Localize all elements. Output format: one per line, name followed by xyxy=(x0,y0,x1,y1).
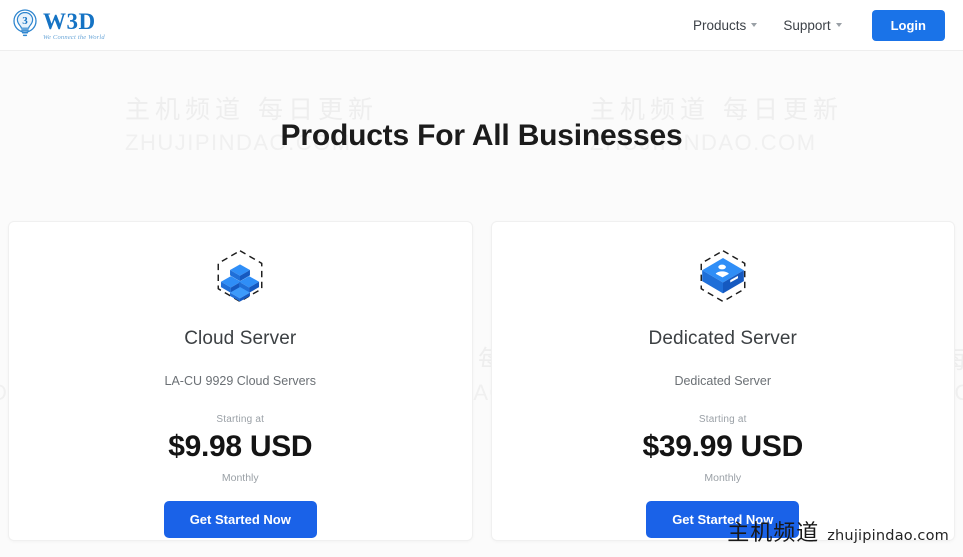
corner-watermark: 主机频道 zhujipindao.com xyxy=(727,515,949,547)
corner-watermark-cn: 主机频道 xyxy=(727,521,820,546)
card-title: Cloud Server xyxy=(184,328,297,349)
page-title: Products For All Businesses xyxy=(280,119,683,152)
card-starting-label: Starting at xyxy=(698,414,747,425)
brand-logo[interactable]: 3 W3D We Connect the World xyxy=(12,8,105,42)
nav-item-support[interactable]: Support xyxy=(783,17,842,33)
dedicated-server-box-icon xyxy=(700,249,746,303)
brand-name: W3D xyxy=(43,8,96,34)
login-button[interactable]: Login xyxy=(871,9,945,41)
page-root: 3 W3D We Connect the World Products Supp… xyxy=(0,0,963,557)
nav-item-products[interactable]: Products xyxy=(693,17,758,33)
cloud-server-cubes-icon xyxy=(217,249,263,303)
hero-section: Products For All Businesses xyxy=(0,51,963,221)
product-card-cloud-server[interactable]: Cloud Server LA-CU 9929 Cloud Servers St… xyxy=(8,221,473,541)
svg-text:3: 3 xyxy=(22,15,28,27)
site-header: 3 W3D We Connect the World Products Supp… xyxy=(0,0,963,51)
main-navigation: Products Support Login xyxy=(693,9,945,41)
corner-watermark-en: zhujipindao.com xyxy=(827,528,949,544)
card-price: $39.99 USD xyxy=(642,430,804,463)
brand-text: W3D We Connect the World xyxy=(43,9,105,42)
nav-item-label: Products xyxy=(693,17,747,33)
card-billing-period: Monthly xyxy=(704,472,742,484)
lightbulb-logo-icon: 3 xyxy=(13,9,37,37)
brand-tagline: We Connect the World xyxy=(43,33,105,41)
card-price: $9.98 USD xyxy=(168,430,313,463)
card-starting-label: Starting at xyxy=(216,414,265,425)
card-title: Dedicated Server xyxy=(648,328,797,349)
card-subtitle: LA-CU 9929 Cloud Servers xyxy=(164,374,316,388)
nav-item-label: Support xyxy=(783,17,831,33)
product-card-dedicated-server[interactable]: Dedicated Server Dedicated Server Starti… xyxy=(490,221,955,541)
card-subtitle: Dedicated Server xyxy=(674,374,772,388)
chevron-down-icon xyxy=(835,23,842,27)
card-billing-period: Monthly xyxy=(221,472,259,484)
product-card-list: Cloud Server LA-CU 9929 Cloud Servers St… xyxy=(0,221,963,541)
get-started-button[interactable]: Get Started Now xyxy=(163,501,317,538)
chevron-down-icon xyxy=(751,23,758,27)
